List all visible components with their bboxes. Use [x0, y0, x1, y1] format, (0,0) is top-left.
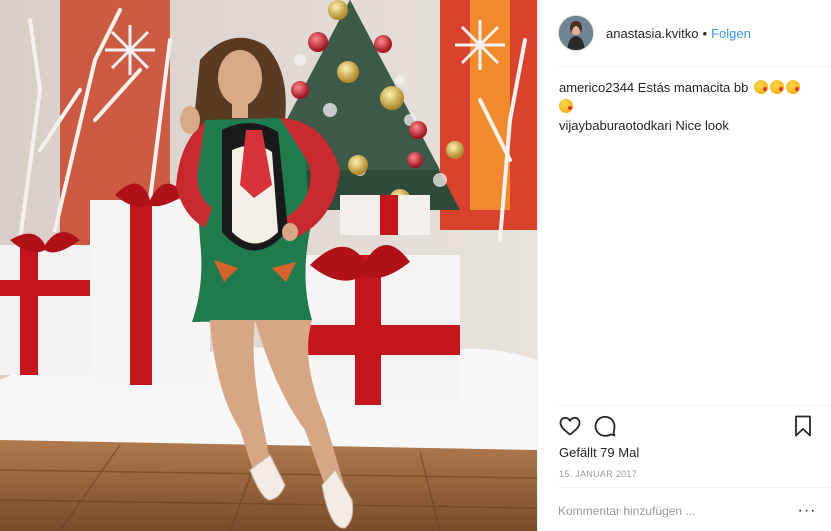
comment-bubble-icon[interactable]	[593, 414, 617, 438]
post-actions	[558, 414, 815, 440]
post-modal: anastasia.kvitko • Folgen americo2344 Es…	[0, 0, 831, 531]
kiss-emoji-icon	[769, 80, 784, 94]
comment-username[interactable]: americo2344	[559, 80, 634, 95]
comments-list: americo2344 Estás mamacita bb vijaybabur…	[559, 78, 817, 135]
follow-button[interactable]: Folgen	[711, 26, 751, 41]
actions-divider	[558, 405, 831, 406]
comment-text: Nice look	[675, 118, 729, 133]
avatar-image	[559, 16, 593, 50]
post-date: 15. JANUAR 2017	[559, 469, 638, 479]
add-comment-form: ···	[558, 497, 819, 525]
kiss-emoji-icon	[785, 80, 800, 94]
likes-count[interactable]: Gefällt 79 Mal	[559, 445, 639, 460]
header-separator: •	[702, 25, 708, 41]
comment-input[interactable]	[558, 504, 795, 518]
bookmark-icon[interactable]	[791, 414, 815, 438]
post-header: anastasia.kvitko • Folgen	[558, 14, 819, 52]
comment-item: americo2344 Estás mamacita bb	[559, 78, 817, 116]
comment-text: Estás mamacita bb	[637, 80, 749, 95]
avatar[interactable]	[558, 15, 594, 51]
post-photo-image	[0, 0, 537, 531]
post-side-panel: anastasia.kvitko • Folgen americo2344 Es…	[537, 0, 831, 531]
comment-item: vijaybaburaotodkari Nice look	[559, 116, 817, 135]
comment-divider	[558, 487, 831, 488]
more-options-icon[interactable]: ···	[795, 501, 819, 521]
comment-username[interactable]: vijaybaburaotodkari	[559, 118, 672, 133]
heart-icon[interactable]	[558, 414, 582, 438]
author-username[interactable]: anastasia.kvitko	[606, 26, 699, 41]
kiss-emoji-icon	[753, 80, 768, 94]
post-photo[interactable]	[0, 0, 537, 531]
header-divider	[558, 66, 831, 67]
kiss-emoji-icon	[559, 99, 573, 113]
